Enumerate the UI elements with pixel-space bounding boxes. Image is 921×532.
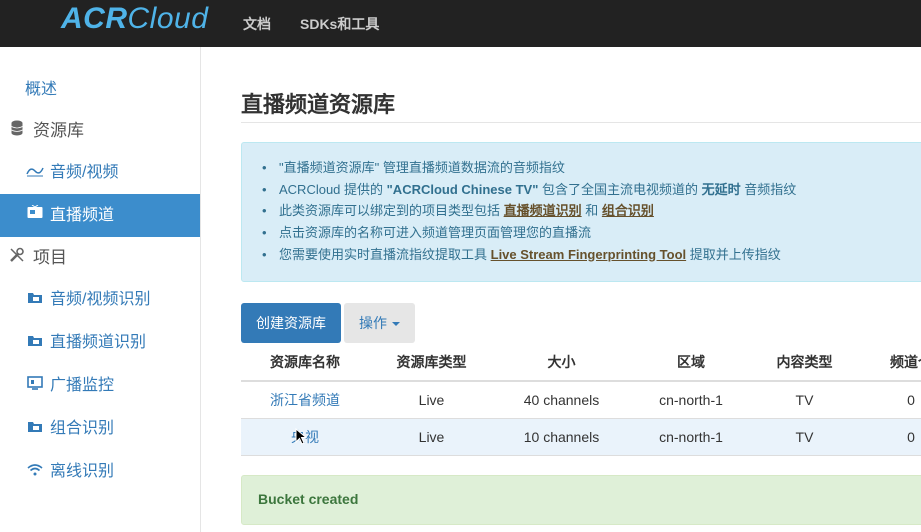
folder-icon: [26, 321, 44, 364]
info-text: 点击资源库的名称可进入频道管理页面管理您的直播流: [279, 225, 592, 241]
table-cell: TV: [795, 429, 814, 445]
column-header-region[interactable]: 区域: [629, 344, 753, 380]
info-bold: "ACRCloud Chinese TV": [386, 181, 539, 197]
table-cell: 0: [907, 392, 915, 408]
column-header-type[interactable]: 资源库类型: [369, 344, 494, 380]
alert-message: Bucket created: [258, 491, 359, 507]
success-alert: Bucket created: [241, 475, 921, 525]
info-text: 音频指纹: [740, 181, 797, 197]
top-navbar: ACRCloud 文档 SDKs和工具: [0, 0, 921, 47]
info-text: ACRCloud 提供的: [279, 181, 387, 197]
table-cell: 0: [907, 429, 915, 445]
info-item: 您需要使用实时直播流指纹提取工具 Live Stream Fingerprint…: [262, 244, 796, 266]
info-text: 此类资源库可以绑定到的项目类型包括: [279, 203, 504, 219]
link-live-recognition[interactable]: 直播频道识别: [504, 203, 582, 218]
sidebar-section-label: 项目: [33, 248, 67, 267]
sidebar: 概述 资源库 音频/视频 直播频道 项目 音频/视频识别 直播频道识别 广播监控…: [0, 47, 201, 532]
column-header-size[interactable]: 大小: [494, 344, 629, 380]
folder-icon: [26, 278, 44, 321]
sidebar-item-overview[interactable]: 概述: [0, 68, 200, 111]
monitor-icon: [26, 364, 44, 407]
sidebar-section-projects: 项目: [0, 238, 200, 278]
sidebar-section-buckets: 资源库: [0, 111, 200, 151]
actions-label: 操作: [359, 315, 387, 331]
info-box: "直播频道资源库" 管理直播频道数据流的音频指纹 ACRCloud 提供的 "A…: [241, 142, 921, 282]
link-hybrid-recognition[interactable]: 组合识别: [602, 203, 654, 218]
nav-sdks-tools[interactable]: SDKs和工具: [300, 14, 379, 34]
column-header-name[interactable]: 资源库名称: [241, 344, 369, 380]
sidebar-section-label: 资源库: [33, 121, 84, 140]
table-cell: TV: [795, 392, 814, 408]
info-text: 提取并上传指纹: [686, 246, 781, 262]
table-header-row: 资源库名称 资源库类型 大小 区域 内容类型 频道个: [241, 344, 921, 382]
sidebar-item-broadcast-monitoring[interactable]: 广播监控: [0, 364, 200, 407]
wifi-icon: [26, 450, 44, 493]
column-header-channels[interactable]: 频道个: [856, 344, 921, 380]
folder-icon: [26, 407, 44, 450]
waves-icon: [26, 151, 44, 194]
bucket-name-link[interactable]: 浙江省频道: [241, 382, 369, 418]
link-fingerprinting-tool[interactable]: Live Stream Fingerprinting Tool: [491, 247, 687, 262]
info-item: 点击资源库的名称可进入频道管理页面管理您的直播流: [262, 222, 796, 244]
main-content: 直播频道资源库 "直播频道资源库" 管理直播频道数据流的音频指纹 ACRClou…: [201, 47, 921, 532]
sidebar-item-live-recognition[interactable]: 直播频道识别: [0, 321, 200, 364]
tv-icon: [26, 194, 44, 237]
sidebar-item-audio-video[interactable]: 音频/视频: [0, 151, 200, 194]
info-text: 您需要使用实时直播流指纹提取工具: [279, 246, 491, 262]
page-title: 直播频道资源库: [241, 92, 396, 117]
logo[interactable]: ACRCloud: [61, 2, 208, 36]
sidebar-item-label: 音频/视频识别: [50, 291, 151, 308]
logo-cloud: Cloud: [127, 2, 209, 35]
create-bucket-button[interactable]: 创建资源库: [241, 303, 341, 343]
sidebar-item-label: 组合识别: [50, 420, 115, 437]
info-list: "直播频道资源库" 管理直播频道数据流的音频指纹 ACRCloud 提供的 "A…: [262, 157, 797, 266]
info-text: 和: [581, 203, 602, 219]
logo-acr: ACR: [61, 2, 128, 35]
mouse-cursor-icon: [295, 428, 308, 445]
wrench-icon: [9, 238, 25, 278]
sidebar-item-label: 直播频道识别: [50, 334, 147, 351]
sidebar-item-offline-recognition[interactable]: 离线识别: [0, 450, 200, 493]
table-cell: Live: [418, 429, 445, 445]
sidebar-item-label: 离线识别: [50, 463, 115, 480]
nav-docs[interactable]: 文档: [243, 14, 271, 34]
sidebar-item-live-channels[interactable]: 直播频道: [0, 194, 200, 237]
sidebar-item-label: 概述: [25, 81, 58, 98]
sidebar-item-label: 广播监控: [50, 377, 115, 394]
sidebar-item-hybrid-recognition[interactable]: 组合识别: [0, 407, 200, 450]
sidebar-item-label: 音频/视频: [50, 164, 119, 181]
sidebar-item-av-recognition[interactable]: 音频/视频识别: [0, 278, 200, 321]
table-cell: 40 channels: [523, 392, 600, 408]
table-cell: Live: [418, 392, 445, 408]
info-text: "直播频道资源库" 管理直播频道数据流的音频指纹: [279, 160, 565, 175]
table-cell: cn-north-1: [659, 429, 723, 445]
info-bold: 无延时: [701, 181, 741, 197]
info-item: "直播频道资源库" 管理直播频道数据流的音频指纹: [262, 157, 796, 179]
divider: [241, 122, 921, 123]
caret-down-icon: [392, 322, 400, 327]
sidebar-item-label: 直播频道: [50, 207, 115, 224]
actions-dropdown-button[interactable]: 操作: [344, 303, 415, 343]
table-row: 浙江省频道 Live 40 channels cn-north-1 TV 0: [241, 382, 921, 419]
table-cell: cn-north-1: [659, 392, 723, 408]
table-cell: 10 channels: [523, 429, 600, 445]
column-header-content-type[interactable]: 内容类型: [753, 344, 856, 380]
info-item: ACRCloud 提供的 "ACRCloud Chinese TV" 包含了全国…: [262, 179, 797, 201]
info-text: 包含了全国主流电视频道的: [538, 181, 702, 197]
info-item: 此类资源库可以绑定到的项目类型包括 直播频道识别 和 组合识别: [262, 200, 796, 222]
database-icon: [9, 111, 25, 151]
table-row: 央视 Live 10 channels cn-north-1 TV 0: [241, 419, 921, 456]
